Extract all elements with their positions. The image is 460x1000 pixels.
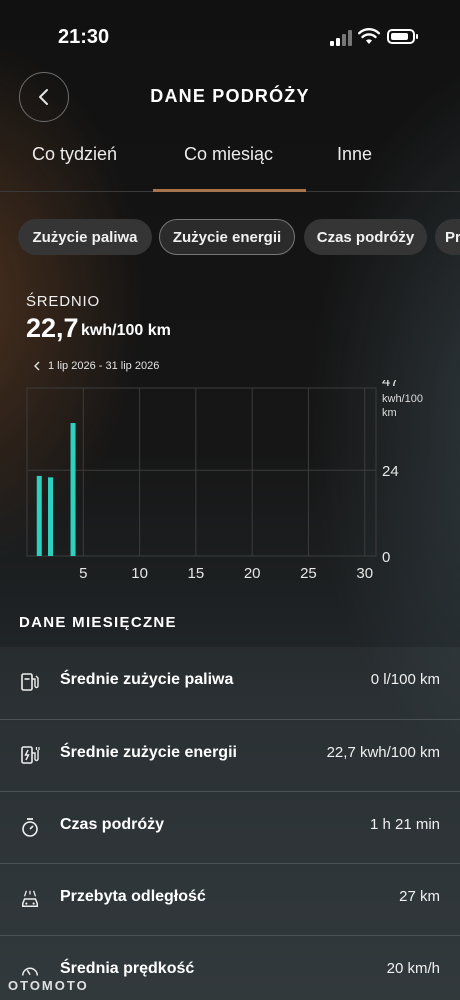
section-title: DANE MIESIĘCZNE (19, 614, 177, 631)
stat-row-travel-time: Czas podróży 1 h 21 min (0, 791, 460, 863)
stat-value: 0 l/100 km (370, 671, 440, 688)
stat-label: Przebyta odległość (60, 888, 206, 905)
stat-value: 1 h 21 min (369, 816, 440, 833)
chart-x-tick-label: 30 (356, 565, 373, 582)
active-tab-indicator (153, 189, 306, 192)
stat-value: 22,7 kwh/100 km (326, 744, 440, 761)
wifi-icon (358, 28, 380, 44)
chart-y-unit-label: kwh/100 (382, 393, 423, 405)
stat-row-distance: Przebyta odległość 27 km (0, 863, 460, 935)
stat-label: Średnie zużycie paliwa (60, 671, 234, 688)
chart-x-tick-label: 20 (244, 565, 261, 582)
stat-value: 27 km (399, 888, 440, 905)
chart-bar (48, 477, 54, 556)
chart-bar (70, 423, 76, 556)
chip-travel-time[interactable]: Czas podróży (304, 219, 427, 255)
chart-canvas: 5 10 15 20 25 30 0 24 47 kwh/100 km (26, 380, 423, 582)
average-value: 22,7 (26, 313, 79, 343)
chip-fuel-consumption[interactable]: Zużycie paliwa (18, 219, 152, 255)
period-tabs: Co tydzień Co miesiąc Inne (0, 140, 460, 192)
stat-label: Średnie zużycie energii (60, 744, 237, 761)
chart-x-tick-label: 5 (79, 565, 87, 582)
energy-chart: 5 10 15 20 25 30 0 24 47 kwh/100 km (0, 380, 460, 585)
status-bar: 21:30 (0, 0, 460, 72)
chart-y-tick-label: 24 (382, 463, 399, 480)
tab-weekly[interactable]: Co tydzień (32, 144, 117, 165)
chart-y-unit-label: km (382, 407, 397, 419)
tab-monthly[interactable]: Co miesiąc (184, 144, 273, 165)
chart-bar (36, 475, 42, 556)
metric-chips: Zużycie paliwa Zużycie energii Czas podr… (18, 219, 460, 256)
status-time: 21:30 (58, 26, 110, 48)
cellular-signal-icon (330, 30, 352, 46)
date-range-label: 1 lip 2026 - 31 lip 2026 (48, 360, 160, 372)
stat-row-energy: Średnie zużycie energii 22,7 kwh/100 km (0, 719, 460, 791)
chevron-left-icon[interactable] (32, 361, 42, 371)
average-unit: kwh/100 km (81, 322, 171, 339)
chip-energy-consumption[interactable]: Zużycie energii (159, 219, 295, 255)
chart-x-tick-label: 15 (188, 565, 205, 582)
charging-station-icon (21, 746, 40, 764)
stopwatch-icon (22, 818, 38, 837)
chart-y-tick-label: 47 (382, 380, 399, 390)
average-label: ŚREDNIO (26, 293, 100, 310)
watermark-logo: OTOMOTO (8, 978, 89, 993)
tab-other[interactable]: Inne (337, 144, 372, 165)
stats-list: Średnie zużycie paliwa 0 l/100 km Średni… (0, 647, 460, 1000)
fuel-pump-icon (21, 673, 39, 691)
chip-more[interactable]: Pr (435, 219, 460, 255)
chart-y-tick-label: 0 (382, 549, 390, 566)
battery-icon (387, 29, 418, 44)
stat-label: Średnia prędkość (60, 960, 195, 977)
stat-label: Czas podróży (60, 816, 165, 833)
chart-x-tick-label: 10 (131, 565, 148, 582)
page-title: DANE PODRÓŻY (150, 86, 310, 106)
car-road-icon (22, 890, 38, 907)
chart-x-tick-label: 25 (300, 565, 317, 582)
stat-row-fuel: Średnie zużycie paliwa 0 l/100 km (0, 647, 460, 719)
chart-frame (26, 387, 377, 557)
stat-value: 20 km/h (386, 960, 440, 977)
